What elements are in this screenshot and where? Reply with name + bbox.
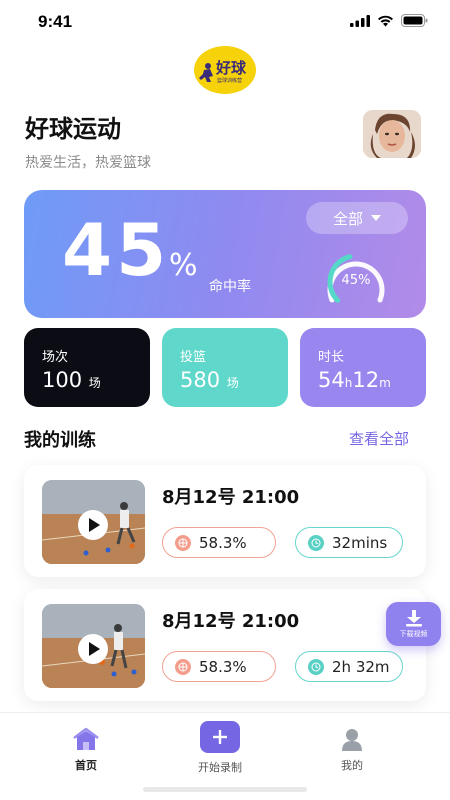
stat-unit: 场	[88, 376, 101, 390]
logo-text: 好球	[215, 59, 247, 77]
logo-mark: 好球 篮球训练营	[199, 59, 247, 84]
filter-dropdown[interactable]: 全部	[306, 202, 408, 234]
stat-card-games[interactable]: 场次 100 场	[24, 328, 150, 407]
caret-down-icon	[371, 215, 381, 221]
stat-unit: 场	[226, 376, 239, 390]
stat-number: 100	[42, 368, 83, 392]
clock-icon	[308, 658, 324, 675]
stat-card-duration[interactable]: 时长 54h12m	[300, 328, 426, 407]
hit-rate-text: 58.3%	[199, 533, 247, 552]
stat-value: 580 场	[180, 368, 239, 392]
training-card[interactable]: 8月12号 21:00 58.3% 2h 32m	[24, 589, 426, 701]
stat-number: 580	[180, 368, 221, 392]
stat-minutes: 12	[352, 368, 380, 392]
stat-unit-minutes: m	[379, 376, 391, 390]
avatar-image	[363, 110, 421, 158]
hit-rate-text: 58.3%	[199, 657, 247, 676]
home-icon	[73, 727, 99, 750]
tab-home[interactable]: 首页	[72, 727, 100, 773]
stat-value: 54h12m	[318, 368, 391, 392]
play-icon	[89, 642, 100, 656]
tab-label: 开始录制	[198, 761, 242, 774]
tab-label: 首页	[75, 759, 97, 772]
battery-icon	[401, 14, 428, 27]
status-time: 9:41	[38, 12, 73, 31]
filter-label: 全部	[332, 209, 363, 228]
play-button[interactable]	[78, 510, 108, 540]
status-icons	[350, 14, 428, 27]
training-date: 8月12号 21:00	[162, 611, 300, 632]
home-indicator	[143, 787, 307, 792]
page-subtitle: 热爱生活，热爱篮球	[25, 155, 151, 171]
hit-rate-pill: 58.3%	[162, 527, 276, 558]
play-icon	[89, 518, 100, 532]
duration-text: 2h 32m	[332, 657, 390, 676]
tab-label: 我的	[341, 759, 363, 772]
hit-rate-value: 45	[62, 208, 171, 292]
clock-icon	[308, 534, 324, 551]
stat-hours: 54	[318, 368, 345, 392]
basketball-icon	[175, 658, 191, 675]
tab-profile[interactable]: 我的	[340, 727, 364, 773]
app-logo: 好球 篮球训练营	[194, 46, 256, 94]
hit-rate-ring: 45%	[327, 254, 385, 303]
duration-text: 32mins	[332, 533, 388, 552]
hit-rate-pill: 58.3%	[162, 651, 276, 682]
logo-subtext: 篮球训练营	[217, 77, 242, 84]
user-icon	[342, 729, 362, 751]
basketball-icon	[175, 534, 191, 551]
download-label: 下载视频	[399, 630, 428, 638]
stat-value: 100 场	[42, 368, 101, 392]
record-button[interactable]	[200, 721, 240, 753]
download-icon	[405, 610, 422, 627]
play-button[interactable]	[78, 634, 108, 664]
hit-rate-unit: %	[169, 248, 198, 283]
stat-label: 时长	[318, 350, 345, 365]
page-title: 好球运动	[25, 115, 121, 143]
hit-rate-card: 45 % 命中率 全部 45%	[24, 190, 426, 318]
wifi-icon	[378, 15, 393, 26]
avatar[interactable]	[363, 110, 421, 158]
tab-start-recording[interactable]: 开始录制	[198, 721, 242, 775]
training-date: 8月12号 21:00	[162, 487, 300, 508]
status-bar: 9:41	[0, 0, 450, 44]
signal-icon	[350, 14, 370, 27]
duration-pill: 32mins	[295, 527, 403, 558]
training-card[interactable]: 8月12号 21:00 58.3% 32mins	[24, 465, 426, 577]
video-thumbnail[interactable]	[42, 604, 145, 688]
ring-text: 45%	[342, 273, 371, 288]
section-title: 我的训练	[24, 430, 96, 451]
hit-rate-label: 命中率	[209, 279, 251, 295]
video-thumbnail[interactable]	[42, 480, 145, 564]
stat-card-shots[interactable]: 投篮 580 场	[162, 328, 288, 407]
download-video-button[interactable]: 下载视频	[386, 602, 441, 646]
see-all-link[interactable]: 查看全部	[349, 428, 409, 449]
duration-pill: 2h 32m	[295, 651, 403, 682]
plus-icon	[213, 730, 227, 744]
stat-label: 投篮	[180, 350, 207, 365]
stat-label: 场次	[42, 350, 69, 365]
